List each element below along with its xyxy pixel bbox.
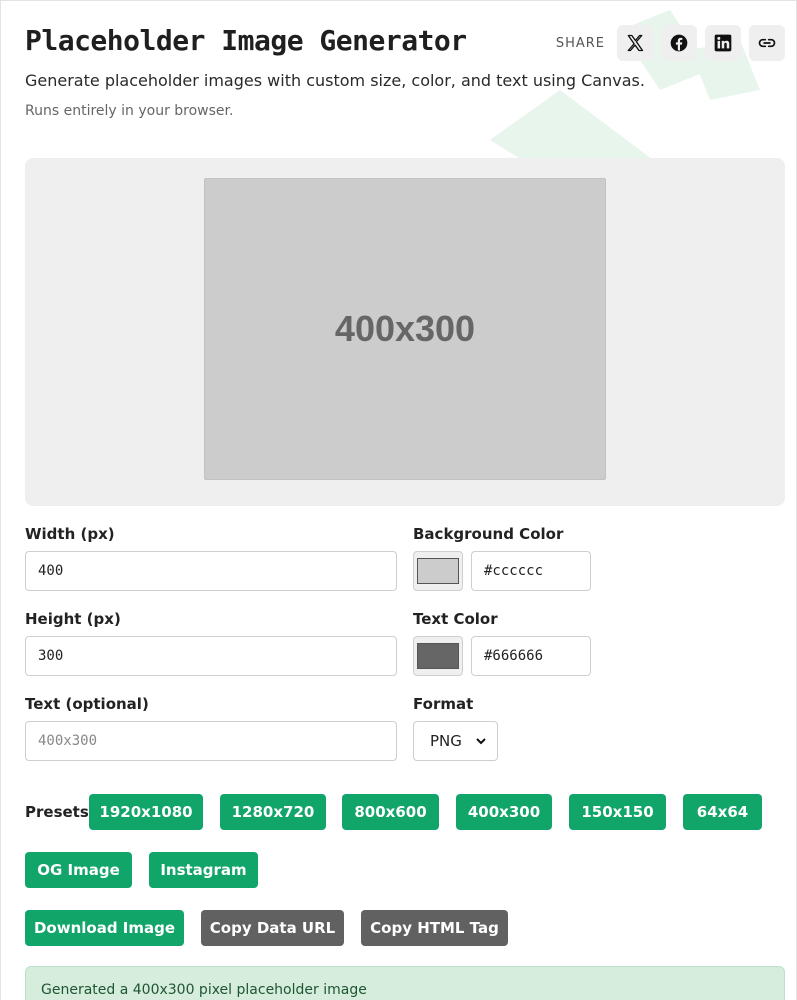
width-label: Width (px) (25, 525, 115, 543)
download-image-button[interactable]: Download Image (25, 910, 184, 946)
preset-instagram-button[interactable]: Instagram (149, 852, 258, 888)
copy-link-button[interactable] (749, 25, 785, 61)
width-input[interactable]: 400 (25, 551, 397, 591)
format-select[interactable]: PNG (413, 721, 498, 761)
preview-text: 400x300 (334, 308, 476, 349)
share-linkedin-button[interactable] (705, 25, 741, 61)
preset-800x600-button[interactable]: 800x600 (342, 794, 439, 830)
height-label: Height (px) (25, 610, 121, 628)
preset-1920x1080-button[interactable]: 1920x1080 (89, 794, 203, 830)
status-message-box: Generated a 400x300 pixel placeholder im… (25, 966, 785, 1000)
text-input[interactable]: 400x300 (25, 721, 397, 761)
share-x-button[interactable] (617, 25, 653, 61)
link-icon (758, 38, 776, 48)
presets-label: Presets: (25, 803, 95, 821)
background-color-label: Background Color (413, 525, 564, 543)
linkedin-icon (714, 34, 732, 52)
background-color-picker[interactable] (413, 551, 463, 591)
x-twitter-icon (627, 34, 644, 52)
text-color-input[interactable]: #666666 (471, 636, 591, 676)
copy-data-url-button[interactable]: Copy Data URL (201, 910, 344, 946)
copy-html-tag-button[interactable]: Copy HTML Tag (361, 910, 508, 946)
status-message: Generated a 400x300 pixel placeholder im… (41, 982, 367, 998)
format-label: Format (413, 695, 474, 713)
text-label: Text (optional) (25, 695, 149, 713)
facebook-icon (670, 34, 688, 52)
page-title: Placeholder Image Generator (25, 24, 467, 57)
format-selected-value: PNG (430, 732, 462, 750)
text-color-swatch (417, 643, 459, 669)
share-bar: SHARE (556, 25, 785, 61)
page-subtitle: Generate placeholder images with custom … (25, 71, 645, 90)
height-input[interactable]: 300 (25, 636, 397, 676)
preset-150x150-button[interactable]: 150x150 (569, 794, 666, 830)
page-note: Runs entirely in your browser. (25, 103, 234, 119)
share-label: SHARE (555, 35, 605, 51)
preset-og-image-button[interactable]: OG Image (25, 852, 132, 888)
preview-area: 400x300 (25, 158, 785, 506)
background-color-swatch (417, 558, 459, 584)
text-color-label: Text Color (413, 610, 498, 628)
text-color-picker[interactable] (413, 636, 463, 676)
share-facebook-button[interactable] (661, 25, 697, 61)
chevron-down-icon (476, 738, 486, 745)
preset-1280x720-button[interactable]: 1280x720 (220, 794, 326, 830)
preset-64x64-button[interactable]: 64x64 (683, 794, 762, 830)
placeholder-preview-image: 400x300 (204, 178, 606, 480)
background-color-input[interactable]: #cccccc (471, 551, 591, 591)
preset-400x300-button[interactable]: 400x300 (456, 794, 552, 830)
